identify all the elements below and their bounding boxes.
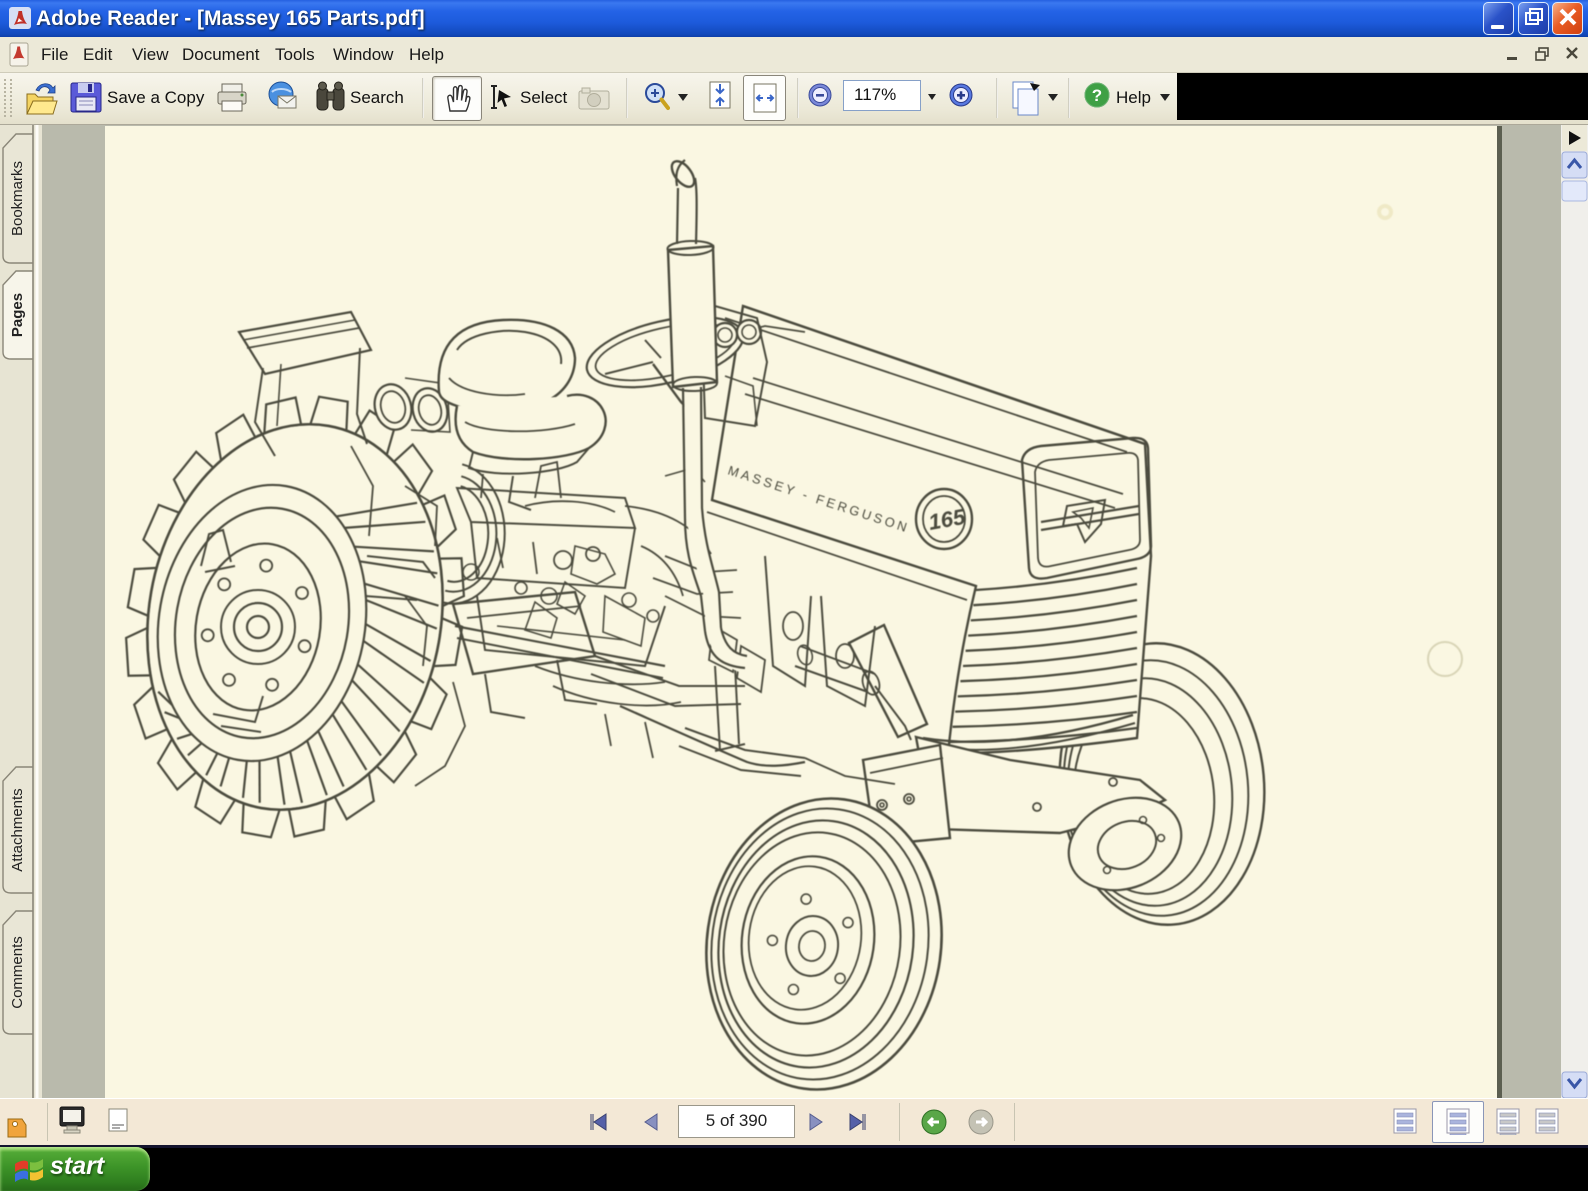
svg-text:Bookmarks: Bookmarks [9,161,26,236]
svg-text:Attachments: Attachments [9,788,26,871]
svg-text:Comments: Comments [9,936,26,1009]
svg-text:Pages: Pages [9,293,26,337]
svg-text:?: ? [1092,86,1102,105]
